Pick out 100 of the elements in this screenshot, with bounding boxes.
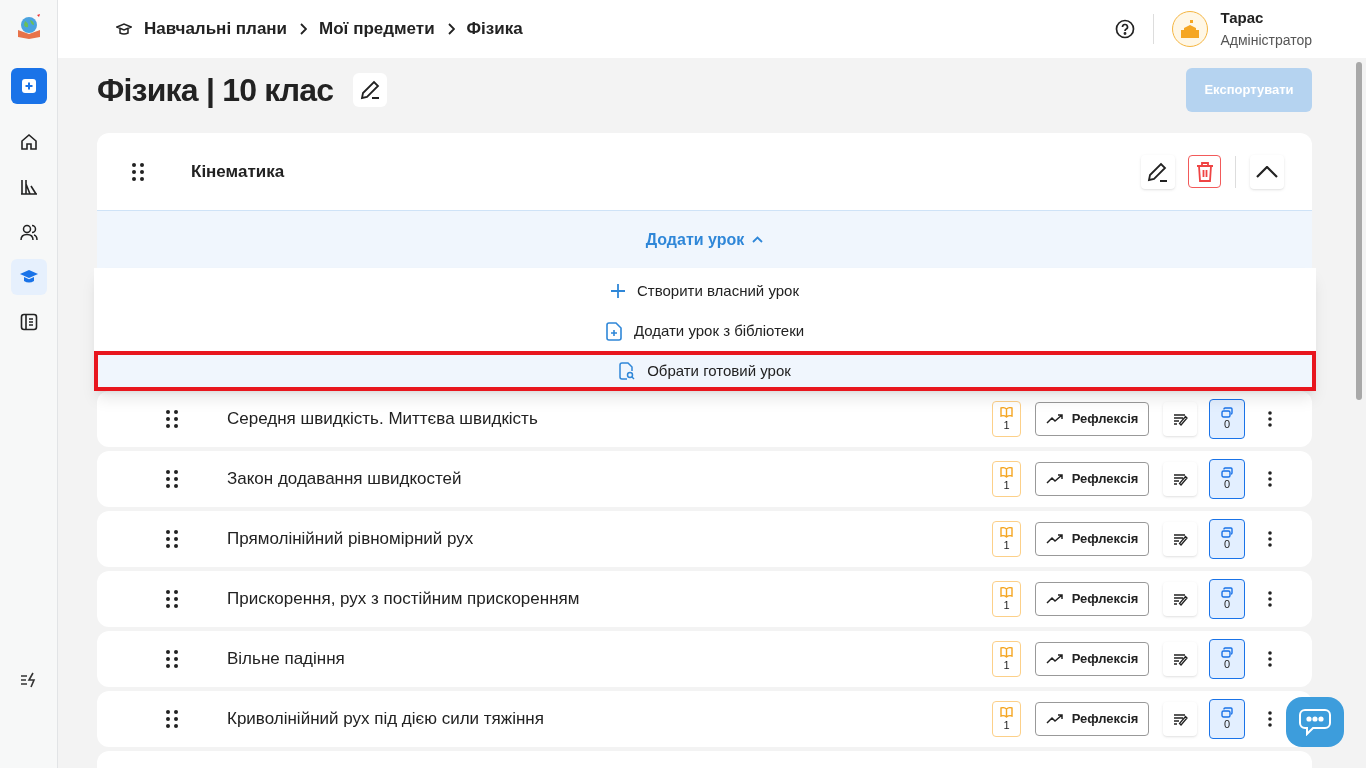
copies-button[interactable]: 0 xyxy=(1209,519,1245,559)
copy-icon xyxy=(1221,527,1233,538)
more-vertical-icon[interactable] xyxy=(1268,711,1272,727)
menu-item[interactable]: Додати урок з бібліотеки xyxy=(94,311,1316,351)
help-icon[interactable] xyxy=(1115,19,1136,39)
graduation-cap-icon xyxy=(19,269,38,285)
chevron-right-icon xyxy=(299,23,308,35)
materials-button[interactable]: 1 xyxy=(992,701,1021,737)
notes-button[interactable] xyxy=(1163,702,1197,736)
breadcrumb-link[interactable]: Мої предмети xyxy=(319,16,435,42)
reflection-button[interactable]: Рефлексія xyxy=(1035,642,1149,676)
copies-button[interactable]: 0 xyxy=(1209,699,1245,739)
copy-icon xyxy=(1221,407,1233,418)
chevron-up-icon xyxy=(1256,165,1278,178)
materials-button[interactable]: 1 xyxy=(992,401,1021,437)
copy-icon xyxy=(1221,467,1233,478)
copies-button[interactable]: 0 xyxy=(1209,639,1245,679)
edit-list-icon xyxy=(1172,652,1188,666)
reflection-button[interactable]: Рефлексія xyxy=(1035,582,1149,616)
notebook-icon xyxy=(19,313,38,331)
reflection-button[interactable]: Рефлексія xyxy=(1035,402,1149,436)
copy-icon xyxy=(1221,707,1233,718)
edit-title-button[interactable] xyxy=(353,73,388,107)
trend-up-icon xyxy=(1045,594,1064,604)
lightning-list-icon[interactable] xyxy=(19,672,38,688)
edit-list-icon xyxy=(1172,592,1188,606)
breadcrumb-link[interactable]: Навчальні плани xyxy=(144,16,288,42)
document-search-icon xyxy=(619,362,636,380)
menu-item[interactable]: Створити власний урок xyxy=(94,271,1316,311)
chevron-up-icon xyxy=(752,236,764,243)
menu-item[interactable]: Обрати готовий урок xyxy=(94,351,1316,391)
lesson-card[interactable]: Прямолінійний рівномірний рух 1 Рефлексія 0 xyxy=(97,511,1312,567)
more-vertical-icon[interactable] xyxy=(1268,411,1272,427)
more-vertical-icon[interactable] xyxy=(1268,651,1272,667)
page-title: Фізика | 10 клас xyxy=(97,71,334,110)
section-title: Кінематика xyxy=(191,160,285,183)
trash-icon xyxy=(1195,161,1214,182)
chat-button[interactable] xyxy=(1286,697,1344,747)
lesson-title[interactable]: Середня швидкість. Миттєва швидкість xyxy=(227,406,992,432)
lesson-title[interactable]: Вільне падіння xyxy=(227,646,992,672)
drag-handle-icon[interactable] xyxy=(165,529,179,549)
materials-button[interactable]: 1 xyxy=(992,461,1021,497)
notes-button[interactable] xyxy=(1163,522,1197,556)
document-plus-icon xyxy=(605,321,622,341)
trend-up-icon xyxy=(1045,414,1064,424)
trend-up-icon xyxy=(1045,714,1064,724)
chat-bubble-icon xyxy=(1299,708,1331,736)
lesson-title[interactable]: Прискорення, рух з постійним прискоренням xyxy=(227,586,992,612)
more-vertical-icon[interactable] xyxy=(1268,591,1272,607)
notes-button[interactable] xyxy=(1163,582,1197,616)
edit-button[interactable] xyxy=(1141,154,1175,189)
delete-button[interactable] xyxy=(1188,155,1221,188)
collapse-button[interactable] xyxy=(1250,154,1284,189)
book-icon xyxy=(1000,707,1013,719)
drag-handle-icon[interactable] xyxy=(131,161,145,182)
chevron-right-icon xyxy=(446,23,455,35)
edit-list-icon xyxy=(1172,532,1188,546)
drag-handle-icon[interactable] xyxy=(165,469,179,489)
lesson-card[interactable]: Прискорення, рух з постійним прискоренням 1 Рефлексія 0 xyxy=(97,571,1312,627)
lesson-card[interactable]: Вільне падіння 1 Рефлексія 0 xyxy=(97,631,1312,687)
breadcrumb-link[interactable]: Фізика xyxy=(466,16,523,42)
plus-icon xyxy=(611,284,625,298)
more-vertical-icon[interactable] xyxy=(1268,531,1272,547)
book-icon xyxy=(1000,527,1013,539)
edit-list-icon xyxy=(1172,412,1188,426)
lesson-card[interactable]: Закон додавання швидкостей 1 Рефлексія 0 xyxy=(97,451,1312,507)
drag-handle-icon[interactable] xyxy=(165,649,179,669)
books-icon xyxy=(19,178,38,196)
edit-list-icon xyxy=(1172,712,1188,726)
drag-handle-icon[interactable] xyxy=(165,709,179,729)
trend-up-icon xyxy=(1045,474,1064,484)
book-icon xyxy=(1000,467,1013,479)
reflection-button[interactable]: Рефлексія xyxy=(1035,522,1149,556)
copies-button[interactable]: 0 xyxy=(1209,579,1245,619)
lesson-title[interactable]: Прямолінійний рівномірний рух xyxy=(227,526,992,552)
materials-button[interactable]: 1 xyxy=(992,521,1021,557)
notes-button[interactable] xyxy=(1163,642,1197,676)
create-button[interactable] xyxy=(10,68,47,104)
user-name: Тарас xyxy=(1220,8,1265,28)
reflection-button[interactable]: Рефлексія xyxy=(1035,702,1149,736)
notes-button[interactable] xyxy=(1163,402,1197,436)
copies-button[interactable]: 0 xyxy=(1209,459,1245,499)
reflection-button[interactable]: Рефлексія xyxy=(1035,462,1149,496)
drag-handle-icon[interactable] xyxy=(165,589,179,609)
materials-button[interactable]: 1 xyxy=(992,581,1021,617)
book-icon xyxy=(1000,647,1013,659)
pencil-icon xyxy=(359,79,382,101)
graduation-cap-icon xyxy=(116,22,132,36)
copy-icon xyxy=(1221,587,1233,598)
scrollbar[interactable] xyxy=(1356,62,1362,400)
lesson-card[interactable]: Криволінійний рух під дією сили тяжіння 1 Рефлексія 0 xyxy=(97,691,1312,747)
edit-list-icon xyxy=(1172,472,1188,486)
drag-handle-icon[interactable] xyxy=(165,409,179,429)
lesson-title[interactable]: Криволінійний рух під дією сили тяжіння xyxy=(227,706,992,732)
more-vertical-icon[interactable] xyxy=(1268,471,1272,487)
notes-button[interactable] xyxy=(1163,462,1197,496)
copies-button[interactable]: 0 xyxy=(1209,399,1245,439)
lesson-card[interactable]: Середня швидкість. Миттєва швидкість 1 Рефлексія 0 xyxy=(97,391,1312,447)
lesson-title[interactable]: Закон додавання швидкостей xyxy=(227,466,992,492)
materials-button[interactable]: 1 xyxy=(992,641,1021,677)
